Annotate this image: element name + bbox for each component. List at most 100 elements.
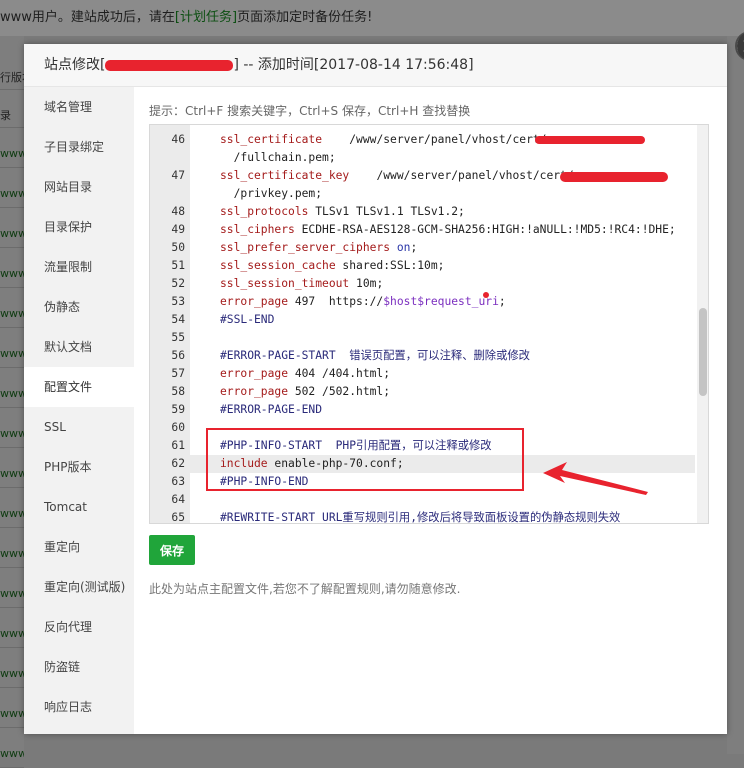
background-row-text: www/w	[0, 547, 24, 560]
sidebar-item[interactable]: 伪静态	[24, 287, 134, 327]
line-number: 54	[171, 313, 185, 326]
dialog-sidebar: 域名管理 子目录绑定 网站目录 目录保护 流量限制 伪静态 默认文档 配置文件 SSL PHP版本…	[24, 87, 134, 734]
sidebar-item[interactable]: 子目录绑定	[24, 127, 134, 167]
sidebar-item[interactable]: SSL	[24, 407, 134, 447]
code-text: #ERROR-PAGE-START 错误页配置，可以注释、删除或修改	[220, 349, 530, 362]
line-number: 57	[171, 367, 185, 380]
red-dot	[483, 292, 489, 298]
dialog-title-suffix: ] -- 添加时间[2017-08-14 17:56:48]	[233, 57, 474, 73]
code-line[interactable]: 59 #ERROR-PAGE-END	[150, 401, 695, 419]
background-row-text: www/w	[0, 267, 24, 280]
code-text: ssl_certificate /www/server/panel/vhost/…	[220, 133, 547, 146]
code-line[interactable]: 52 ssl_session_timeout 10m;	[150, 275, 695, 293]
background-row-divider	[0, 287, 24, 288]
code-line[interactable]: 53 error_page 497 https://$host$request_u…	[150, 293, 695, 311]
sidebar-item[interactable]: 反向代理	[24, 607, 134, 647]
background-row-divider	[0, 407, 24, 408]
code-line[interactable]: 65 #REWRITE-START URL重写规则引用,修改后将导致面板设置的伪静…	[150, 509, 695, 524]
code-text: error_page 497 https://$host$request_uri…	[220, 295, 506, 308]
background-row-text: www/w	[0, 667, 24, 680]
background-row-divider	[0, 527, 24, 528]
background-row-divider	[0, 447, 24, 448]
dialog-header: 站点修改[ ] -- 添加时间[2017-08-14 17:56:48]	[24, 44, 727, 87]
background-row-text: www/w	[0, 587, 24, 600]
code-text: ssl_ciphers ECDHE-RSA-AES128-GCM-SHA256:…	[220, 223, 676, 236]
config-warning-note: 此处为站点主配置文件,若您不了解配置规则,请勿随意修改.	[149, 582, 461, 596]
line-number: 47	[171, 169, 185, 182]
background-notice: www用户。建站成功后，请在[计划任务]页面添加定时备份任务!	[0, 0, 744, 36]
sidebar-item[interactable]: 响应日志	[24, 687, 134, 727]
code-line[interactable]: 64	[150, 491, 695, 509]
sidebar-item[interactable]: 默认文档	[24, 327, 134, 367]
code-line[interactable]: 58 error_page 502 /502.html;	[150, 383, 695, 401]
background-row-divider	[0, 727, 24, 728]
code-line[interactable]: 51 ssl_session_cache shared:SSL:10m;	[150, 257, 695, 275]
sidebar-item[interactable]: Tomcat	[24, 487, 134, 527]
code-text: ssl_session_cache shared:SSL:10m;	[220, 259, 445, 272]
code-line[interactable]: /fullchain.pem;	[150, 149, 695, 167]
sidebar-item[interactable]: 网站目录	[24, 167, 134, 207]
background-row-text: www/w	[0, 467, 24, 480]
code-line[interactable]: 49 ssl_ciphers ECDHE-RSA-AES128-GCM-SHA25…	[150, 221, 695, 239]
code-line[interactable]: /privkey.pem;	[150, 185, 695, 203]
code-line[interactable]: 55	[150, 329, 695, 347]
background-row-divider	[0, 327, 24, 328]
sidebar-item[interactable]: 流量限制	[24, 247, 134, 287]
background-row-text: www/w	[0, 387, 24, 400]
background-row-divider	[0, 167, 24, 168]
code-text: #ERROR-PAGE-END	[220, 403, 323, 416]
sidebar-item[interactable]: 重定向(测试版)	[24, 567, 134, 607]
line-number: 46	[171, 133, 185, 146]
line-number: 55	[171, 331, 185, 344]
code-text: #REWRITE-START URL重写规则引用,修改后将导致面板设置的伪静态规…	[220, 511, 621, 524]
background-row-divider	[0, 487, 24, 488]
background-row-divider	[0, 127, 24, 128]
background-row-divider	[0, 647, 24, 648]
sidebar-item[interactable]: PHP版本	[24, 447, 134, 487]
sidebar-item[interactable]: 防盗链	[24, 647, 134, 687]
redaction-mark	[560, 172, 668, 182]
background-row-text: www/w	[0, 227, 24, 240]
background-notice-text: www用户。建站成功后，请在	[0, 10, 175, 25]
editor-hint: 提示：Ctrl+F 搜索关键字，Ctrl+S 保存，Ctrl+H 查找替换	[149, 104, 471, 118]
line-number: 56	[171, 349, 185, 362]
code-text: error_page 404 /404.html;	[220, 367, 391, 380]
background-row-divider	[0, 89, 24, 90]
code-line[interactable]: 54 #SSL-END	[150, 311, 695, 329]
sidebar-item[interactable]: 目录保护	[24, 207, 134, 247]
code-line[interactable]: 57 error_page 404 /404.html;	[150, 365, 695, 383]
background-row-text: www/w	[0, 507, 24, 520]
line-number: 61	[171, 439, 185, 452]
line-number: 53	[171, 295, 185, 308]
line-number: 48	[171, 205, 185, 218]
background-row-divider	[0, 567, 24, 568]
background-row-divider	[0, 247, 24, 248]
dialog-title-prefix: 站点修改[	[44, 57, 106, 73]
background-row-text: www/w	[0, 187, 24, 200]
line-number: 51	[171, 259, 185, 272]
save-button[interactable]: 保存	[149, 535, 195, 565]
redaction-mark	[105, 59, 234, 71]
schedule-task-link[interactable]: [计划任务]	[175, 10, 237, 25]
background-row-divider	[0, 367, 24, 368]
sidebar-item[interactable]: 重定向	[24, 527, 134, 567]
sidebar-item[interactable]: 域名管理	[24, 87, 134, 127]
code-line[interactable]: 50 ssl_prefer_server_ciphers on;	[150, 239, 695, 257]
code-text: /fullchain.pem;	[220, 151, 336, 164]
background-right	[727, 36, 744, 754]
line-number: 65	[171, 511, 185, 524]
code-line[interactable]: 48 ssl_protocols TLSv1 TLSv1.1 TLSv1.2;	[150, 203, 695, 221]
editor-scrollbar-thumb[interactable]	[699, 308, 707, 396]
line-number: 50	[171, 241, 185, 254]
background-row-text: www/w	[0, 427, 24, 440]
background-row-text: www/w	[0, 627, 24, 640]
close-icon[interactable]	[737, 32, 744, 60]
background-list: 行版本录 www/w www/w www/w www/w www/w www/w www/w w…	[0, 36, 24, 768]
sidebar-item[interactable]: 配置文件	[24, 367, 134, 407]
code-text: #SSL-END	[220, 313, 275, 326]
code-text: /privkey.pem;	[220, 187, 323, 200]
code-line[interactable]: 56 #ERROR-PAGE-START 错误页配置，可以注释、删除或修改	[150, 347, 695, 365]
code-text: error_page 502 /502.html;	[220, 385, 391, 398]
config-code-editor[interactable]: 46 ssl_certificate /www/server/panel/vhos…	[149, 124, 709, 524]
background-row-divider	[0, 687, 24, 688]
